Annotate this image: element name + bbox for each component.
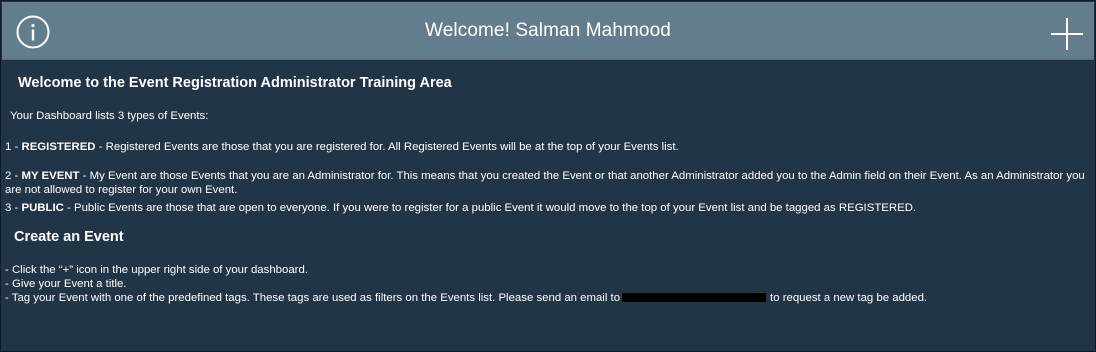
step-tag-text: - Tag your Event with one of the predefi… (5, 292, 621, 304)
step-give-title: - Give your Event a title. (5, 278, 127, 290)
intro-text: Your Dashboard lists 3 types of Events: (10, 110, 209, 122)
event-type-term: PUBLIC (21, 202, 64, 214)
event-type-public: 3 - PUBLIC - Public Events are those tha… (5, 201, 1085, 215)
event-type-description: - Registered Events are those that you a… (95, 141, 679, 153)
step-tag-event: - Tag your Event with one of the predefi… (5, 291, 927, 305)
event-type-registered: 1 - REGISTERED - Registered Events are t… (5, 140, 1085, 154)
plus-icon (1051, 18, 1083, 50)
add-event-button[interactable] (1050, 17, 1084, 51)
dashboard-header: Welcome! Salman Mahmood (2, 2, 1094, 60)
page-heading: Welcome to the Event Registration Admini… (18, 75, 452, 91)
step-click-plus: - Click the “+” icon in the upper right … (5, 264, 308, 276)
create-event-heading: Create an Event (14, 229, 124, 245)
event-type-term: REGISTERED (21, 141, 96, 153)
event-type-number: 1 - (5, 141, 22, 153)
event-type-description: - My Event are those Events that you are… (5, 170, 1085, 196)
event-type-number: 3 - (5, 202, 22, 214)
create-event-steps: - Click the “+” icon in the upper right … (5, 263, 927, 305)
header-title: Welcome! Salman Mahmood (425, 20, 671, 41)
event-type-number: 2 - (5, 170, 22, 182)
app-window: Welcome! Salman Mahmood Welcome to the E… (0, 0, 1096, 352)
event-type-description: - Public Events are those that are open … (63, 202, 917, 214)
redacted-email (622, 293, 767, 302)
event-type-term: MY EVENT (21, 170, 80, 182)
step-tag-text-end: to request a new tag be added. (770, 292, 928, 304)
event-type-my-event: 2 - MY EVENT - My Event are those Events… (5, 169, 1085, 197)
